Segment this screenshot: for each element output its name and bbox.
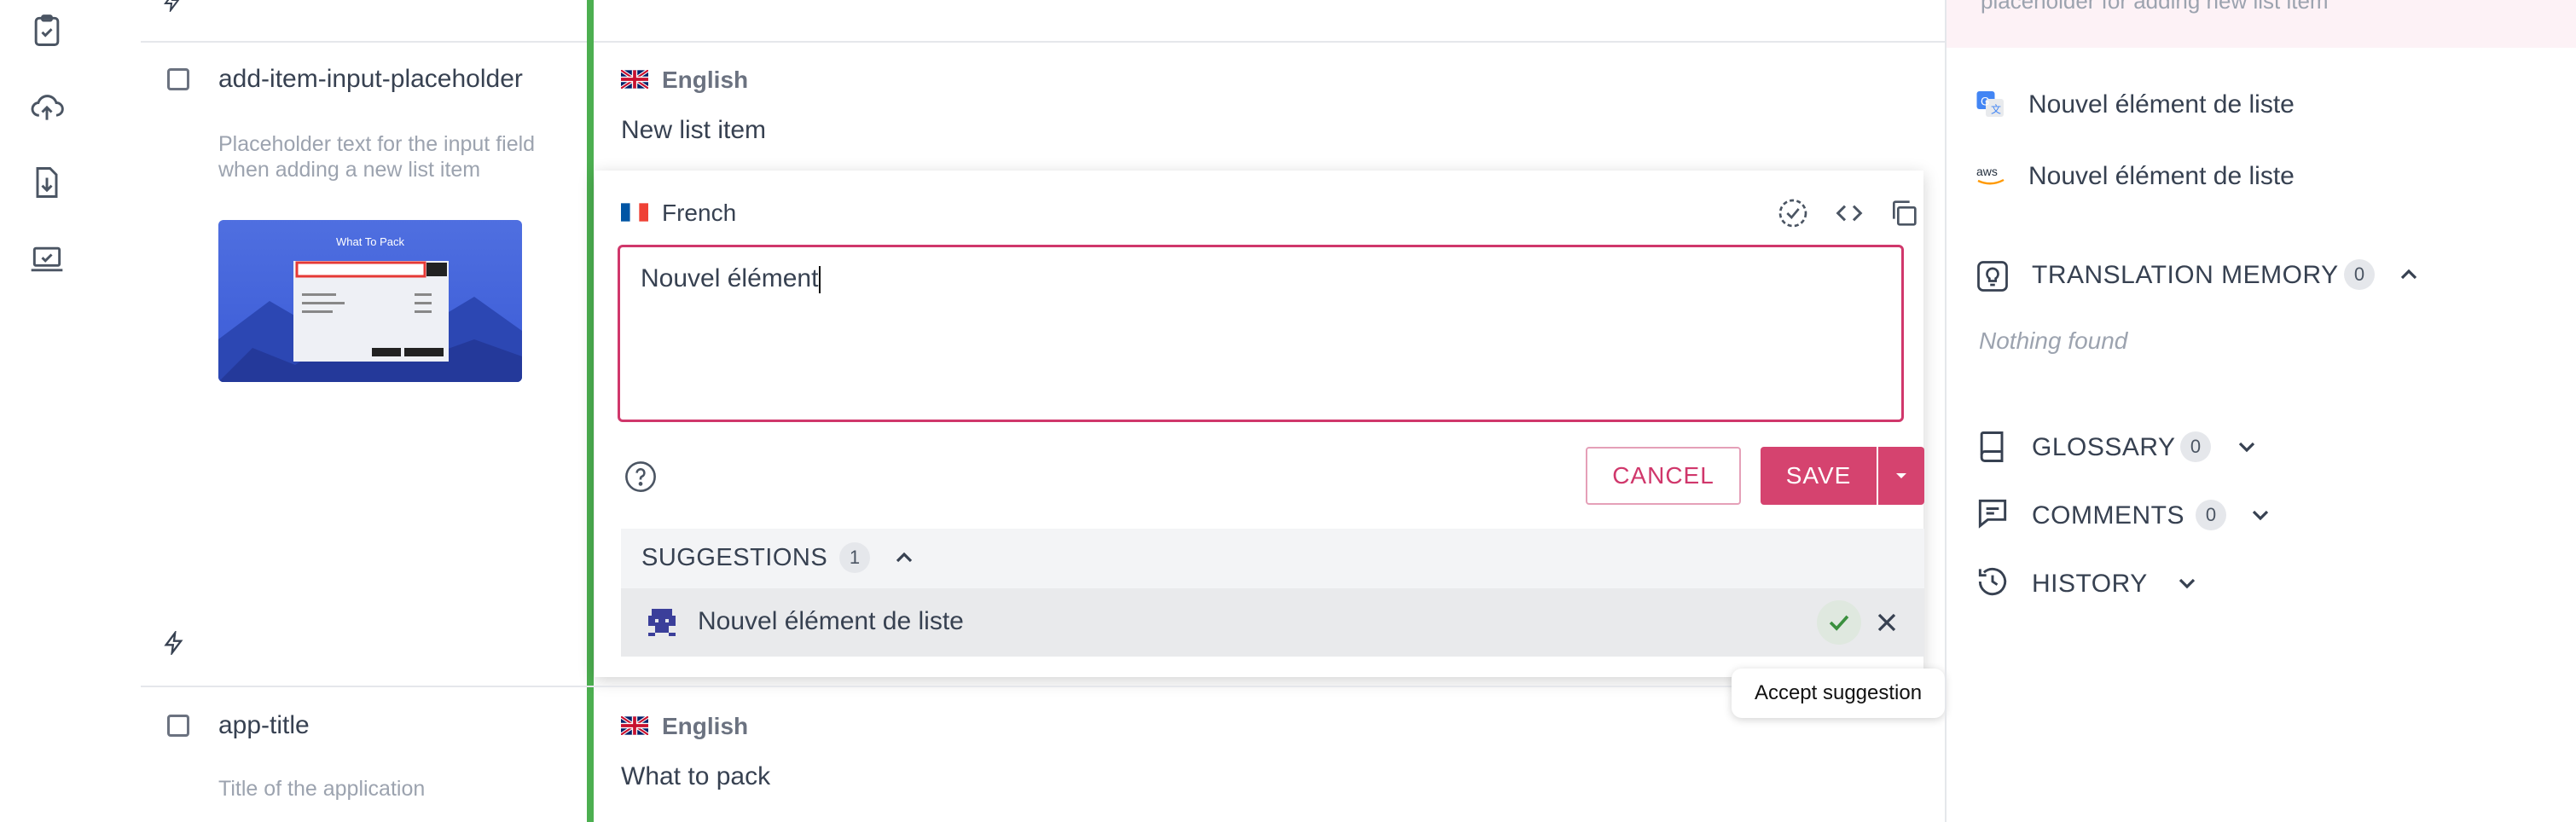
text-caret	[819, 266, 821, 294]
book-icon	[1974, 428, 2011, 466]
glossary-title[interactable]: GLOSSARY	[2032, 433, 2176, 462]
machine-translation-text[interactable]: Nouvel élément de liste	[2028, 90, 2295, 119]
france-flag-icon	[621, 203, 648, 222]
base-translation-text[interactable]: New list item	[621, 116, 766, 145]
lightning-icon[interactable]	[162, 629, 186, 657]
lightning-icon[interactable]	[162, 0, 183, 14]
suggestions-title: SUGGESTIONS	[641, 544, 828, 571]
chevron-down-icon[interactable]	[2173, 570, 2201, 597]
context-partial-text: placeholder for adding new list item	[1981, 0, 2329, 14]
accept-suggestion-button[interactable]	[1817, 600, 1861, 645]
translation-input[interactable]: Nouvel élément	[618, 245, 1904, 422]
translation-memory-empty-text: Nothing found	[1979, 327, 2128, 354]
base-language-label: English	[662, 67, 749, 93]
uk-flag-icon	[619, 68, 650, 90]
check-icon	[1829, 615, 1849, 631]
aws-icon: aws	[1976, 164, 2006, 189]
machine-translation-text[interactable]: Nouvel élément de liste	[2028, 162, 2295, 191]
row-divider	[141, 41, 1945, 43]
chevron-down-icon[interactable]	[2233, 433, 2260, 460]
cancel-button[interactable]: CANCEL	[1586, 447, 1741, 505]
copy-icon[interactable]	[1887, 196, 1921, 230]
import-file-icon[interactable]	[28, 164, 66, 201]
translation-memory-icon	[1974, 258, 2011, 295]
suggestion-source-icon	[645, 605, 679, 640]
laptop-check-icon[interactable]	[28, 240, 66, 278]
chevron-down-icon[interactable]	[2247, 501, 2274, 529]
save-button[interactable]: SAVE	[1761, 447, 1877, 505]
google-translate-icon: G文	[1976, 89, 2006, 119]
right-panel-divider	[1945, 0, 1947, 822]
suggestion-text: Nouvel élément de liste	[698, 607, 964, 635]
key-description: Placeholder text for the input field whe…	[218, 132, 536, 182]
key-description: Title of the application	[218, 777, 426, 801]
svg-text:文: 文	[1991, 103, 2001, 116]
comments-count-badge: 0	[2196, 500, 2226, 530]
accept-suggestion-tooltip: Accept suggestion	[1732, 669, 1945, 718]
translation-memory-count-badge: 0	[2344, 259, 2375, 290]
key-name[interactable]: add-item-input-placeholder	[218, 65, 523, 94]
close-icon	[1877, 613, 1896, 632]
comments-title[interactable]: COMMENTS	[2032, 501, 2184, 530]
row-select-checkbox[interactable]	[167, 68, 189, 90]
dismiss-suggestion-button[interactable]	[1871, 607, 1902, 638]
upload-cloud-icon[interactable]	[28, 89, 66, 126]
translation-memory-title[interactable]: TRANSLATION MEMORY	[2032, 261, 2339, 290]
translation-input-value: Nouvel élément	[641, 264, 819, 292]
caret-down-icon	[1896, 473, 1906, 478]
suggestions-count-badge: 1	[839, 542, 870, 573]
svg-text:aws: aws	[1976, 165, 1998, 178]
chevron-up-icon[interactable]	[891, 544, 918, 571]
chevron-up-icon[interactable]	[2395, 261, 2422, 288]
translation-state-bar	[587, 0, 594, 822]
base-translation-text[interactable]: What to pack	[621, 762, 770, 791]
editor-language-label: French	[662, 200, 737, 226]
comment-icon	[1974, 495, 2011, 532]
base-language-label: English	[662, 713, 749, 739]
row-select-checkbox[interactable]	[167, 715, 189, 737]
state-reviewed-icon[interactable]	[1776, 196, 1810, 230]
uk-flag-icon	[619, 715, 650, 737]
thumbnail-title: What To Pack	[336, 235, 404, 248]
history-clock-icon	[1974, 563, 2011, 600]
history-title[interactable]: HISTORY	[2032, 570, 2148, 599]
svg-text:G: G	[1981, 96, 1990, 108]
help-icon[interactable]	[623, 459, 659, 495]
glossary-count-badge: 0	[2180, 431, 2211, 462]
task-checklist-icon[interactable]	[28, 12, 66, 49]
row-divider	[141, 686, 1945, 687]
code-view-icon[interactable]	[1832, 196, 1866, 230]
key-name[interactable]: app-title	[218, 711, 310, 740]
save-options-button[interactable]	[1878, 447, 1924, 505]
key-screenshot-thumbnail[interactable]: What To Pack	[218, 220, 522, 382]
